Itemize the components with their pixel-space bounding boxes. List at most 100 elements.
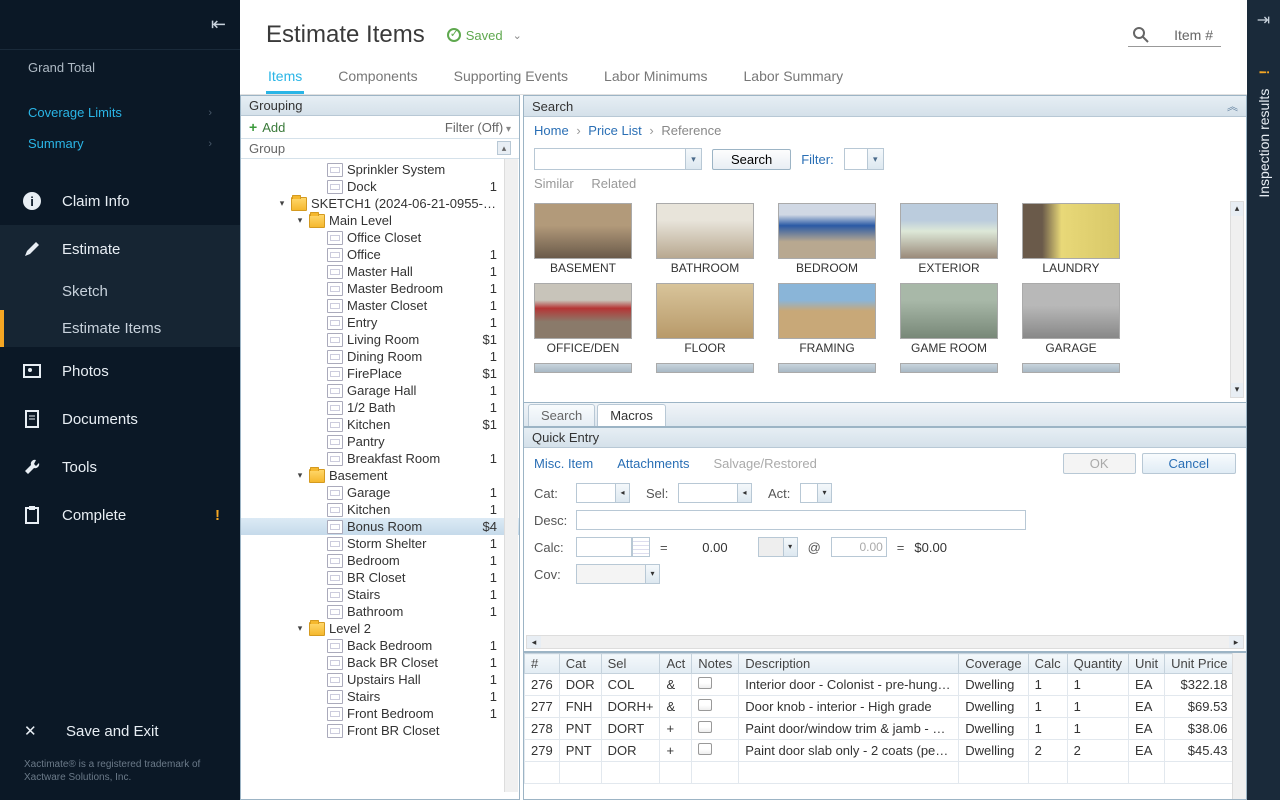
tree-room[interactable]: Front BR Closet [241, 722, 519, 739]
tree-room[interactable]: Entry1 [241, 314, 519, 331]
dropdown-icon[interactable]: ▾ [784, 537, 798, 557]
scroll-up-button[interactable]: ▴ [497, 141, 511, 155]
tree-toggle-icon[interactable]: ▾ [295, 623, 305, 634]
tab-labor-summary[interactable]: Labor Summary [742, 60, 846, 94]
tree-room[interactable]: Bathroom1 [241, 603, 519, 620]
scroll-left-button[interactable]: ◂ [527, 636, 541, 648]
col-cat[interactable]: Cat [559, 654, 601, 674]
col-notes[interactable]: Notes [692, 654, 739, 674]
filter-toggle[interactable]: Filter (Off) [445, 120, 511, 135]
tree-folder[interactable]: ▾Main Level [241, 212, 519, 229]
tree-toggle-icon[interactable]: ▾ [295, 470, 305, 481]
save-exit-button[interactable]: ✕ Save and Exit [24, 722, 216, 740]
dropdown-icon[interactable]: ▾ [818, 483, 832, 503]
tree-room[interactable]: Sprinkler System [241, 161, 519, 178]
thumbnail-laundry[interactable]: LAUNDRY [1022, 203, 1120, 275]
sel-input[interactable] [678, 483, 738, 503]
tab-macros[interactable]: Macros [597, 404, 666, 426]
thumbnail-bathroom[interactable]: BATHROOM [656, 203, 754, 275]
col-coverage[interactable]: Coverage [959, 654, 1028, 674]
sidebar-link-summary[interactable]: Summary › [0, 128, 240, 159]
thumbnail-partial[interactable] [1022, 363, 1120, 375]
saved-badge[interactable]: Saved ⌄ [447, 28, 522, 43]
calc-mult-input[interactable] [758, 537, 784, 557]
tree-room[interactable]: Stairs1 [241, 586, 519, 603]
breadcrumb-pricelist[interactable]: Price List [588, 123, 641, 138]
horizontal-scrollbar[interactable]: ◂▸ [526, 635, 1244, 649]
tree-room[interactable]: Office Closet [241, 229, 519, 246]
tree-room[interactable]: Master Hall1 [241, 263, 519, 280]
cell-notes[interactable] [692, 740, 739, 762]
tree-room[interactable]: Master Bedroom1 [241, 280, 519, 297]
nav-complete[interactable]: Complete ! [0, 491, 240, 539]
col-sel[interactable]: Sel [601, 654, 660, 674]
tree-room[interactable]: 1/2 Bath1 [241, 399, 519, 416]
nav-documents[interactable]: Documents [0, 395, 240, 443]
sidebar-collapse-icon[interactable]: ⇤ [211, 14, 226, 35]
col-description[interactable]: Description [739, 654, 959, 674]
dropdown-icon[interactable]: ◂ [616, 483, 630, 503]
tree-room[interactable]: Kitchen$1 [241, 416, 519, 433]
tree-room[interactable]: BR Closet1 [241, 569, 519, 586]
tree-room[interactable]: Stairs1 [241, 688, 519, 705]
tree-room[interactable]: Breakfast Room1 [241, 450, 519, 467]
scroll-up-button[interactable]: ▴ [1231, 202, 1243, 216]
cell-notes[interactable] [692, 674, 739, 696]
tree-room[interactable]: Pantry [241, 433, 519, 450]
table-row[interactable]: 277FNHDORH+&Door knob - interior - High … [525, 696, 1248, 718]
nav-sketch[interactable]: Sketch [0, 273, 240, 310]
tree-room[interactable]: Upstairs Hall1 [241, 671, 519, 688]
col-unit-price[interactable]: Unit Price [1165, 654, 1234, 674]
scroll-down-button[interactable]: ▾ [1231, 383, 1243, 397]
tree-room[interactable]: Dining Room1 [241, 348, 519, 365]
tree-room[interactable]: Master Closet1 [241, 297, 519, 314]
tree-folder[interactable]: ▾Level 2 [241, 620, 519, 637]
tree-toggle-icon[interactable]: ▾ [295, 215, 305, 226]
misc-item-link[interactable]: Misc. Item [534, 456, 593, 471]
tree-room[interactable]: Garage Hall1 [241, 382, 519, 399]
tree-room[interactable]: Bonus Room$4 [241, 518, 519, 535]
thumbnail-bedroom[interactable]: BEDROOM [778, 203, 876, 275]
tree-scrollbar[interactable] [504, 159, 518, 792]
thumbnail-partial[interactable] [778, 363, 876, 375]
sidebar-link-coverage[interactable]: Coverage Limits › [0, 97, 240, 128]
thumbnail-game-room[interactable]: GAME ROOM [900, 283, 998, 355]
tree-room[interactable]: Back Bedroom1 [241, 637, 519, 654]
tree-room[interactable]: Dock1 [241, 178, 519, 195]
act-input[interactable] [800, 483, 818, 503]
thumbnail-office-den[interactable]: OFFICE/DEN [534, 283, 632, 355]
tree-room[interactable]: Living Room$1 [241, 331, 519, 348]
tree-room[interactable]: Bedroom1 [241, 552, 519, 569]
nav-photos[interactable]: Photos [0, 347, 240, 395]
tree-room[interactable]: Office1 [241, 246, 519, 263]
col--[interactable]: # [525, 654, 560, 674]
dropdown-icon[interactable]: ◂ [738, 483, 752, 503]
thumbnail-exterior[interactable]: EXTERIOR [900, 203, 998, 275]
breadcrumb-home[interactable]: Home [534, 123, 569, 138]
cov-input[interactable] [576, 564, 646, 584]
tree-room[interactable]: FirePlace$1 [241, 365, 519, 382]
calculator-icon[interactable] [632, 537, 650, 557]
add-button[interactable]: +Add [249, 119, 285, 135]
cat-input[interactable] [576, 483, 616, 503]
table-row[interactable]: 279PNTDOR+Paint door slab only - 2 coats… [525, 740, 1248, 762]
tab-items[interactable]: Items [266, 60, 304, 94]
thumbnail-floor[interactable]: FLOOR [656, 283, 754, 355]
dropdown-icon[interactable]: ▾ [685, 149, 701, 169]
thumbnail-partial[interactable] [656, 363, 754, 375]
tab-supporting-events[interactable]: Supporting Events [452, 60, 570, 94]
tree-room[interactable]: Front Bedroom1 [241, 705, 519, 722]
tree-folder[interactable]: ▾SKETCH1 (2024-06-21-0955-1_L2) [241, 195, 519, 212]
tree-room[interactable]: Garage1 [241, 484, 519, 501]
tree-folder[interactable]: ▾Basement [241, 467, 519, 484]
thumb-scrollbar[interactable]: ▴ ▾ [1230, 201, 1244, 398]
col-quantity[interactable]: Quantity [1067, 654, 1128, 674]
table-row[interactable]: 278PNTDORT+Paint door/window trim & jamb… [525, 718, 1248, 740]
calc-input[interactable] [576, 537, 632, 557]
table-row-blank[interactable] [525, 762, 1248, 784]
col-act[interactable]: Act [660, 654, 692, 674]
search-combo[interactable]: ▾ [534, 148, 702, 170]
desc-input[interactable] [576, 510, 1026, 530]
cell-notes[interactable] [692, 696, 739, 718]
calc-rate-input[interactable] [831, 537, 887, 557]
